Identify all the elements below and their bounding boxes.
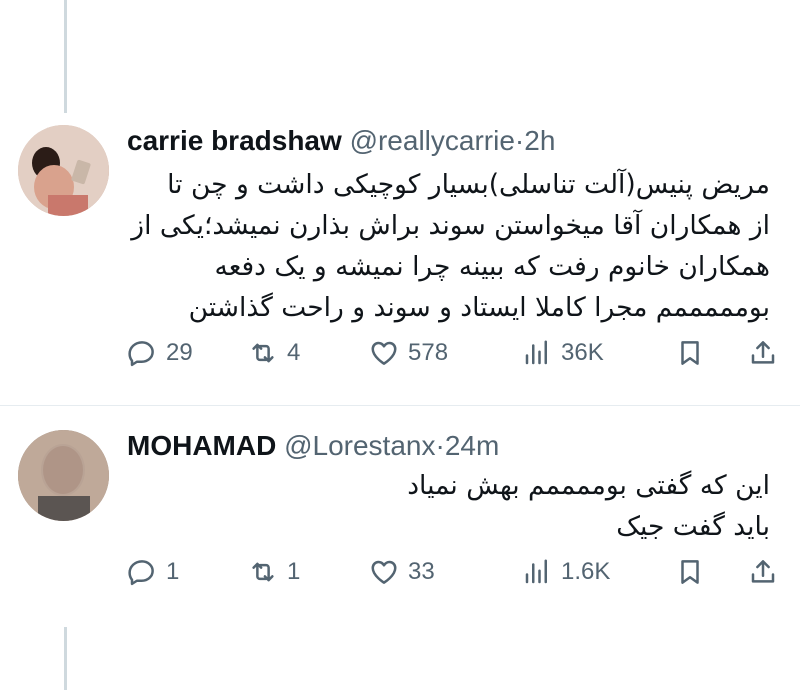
- action-bar: 29 4 578 36K: [127, 333, 778, 373]
- repost-button[interactable]: 1: [248, 552, 326, 592]
- heart-icon: [371, 560, 397, 584]
- repost-button[interactable]: 4: [248, 333, 326, 373]
- author-name[interactable]: MOHAMAD: [127, 430, 276, 461]
- tweet-text: این که گفتی بوممممم بهش نمیاد باید گفت ج…: [350, 465, 770, 547]
- like-count: 33: [408, 558, 435, 585]
- reply-button[interactable]: 29: [127, 333, 205, 373]
- repost-count: 1: [287, 558, 301, 585]
- view-count: 1.6K: [561, 558, 611, 585]
- bookmark-icon: [681, 560, 699, 584]
- reply-icon: [128, 560, 154, 586]
- like-button[interactable]: 578: [369, 333, 479, 373]
- avatar-photo: [18, 125, 109, 216]
- views-button[interactable]: 36K: [522, 333, 632, 373]
- bookmark-icon: [681, 341, 699, 365]
- share-icon: [751, 341, 775, 364]
- avatar[interactable]: [18, 125, 109, 216]
- like-count: 578: [408, 339, 449, 366]
- views-button[interactable]: 1.6K: [522, 552, 632, 592]
- author-handle[interactable]: @reallycarrie: [350, 125, 515, 156]
- separator-dot: ·: [435, 430, 445, 461]
- thread-connector-bottom: [64, 627, 67, 690]
- bookmark-button[interactable]: [675, 333, 705, 373]
- tweet-header: carrie bradshaw @reallycarrie·2h: [127, 124, 555, 158]
- timestamp[interactable]: 2h: [524, 125, 555, 156]
- heart-icon: [371, 341, 397, 365]
- separator-dot: ·: [514, 125, 525, 156]
- tweet-text-line: بومممممم مجرا کاملا ایستاد و سوند و راحت…: [188, 292, 770, 323]
- action-bar: 1 1 33 1.6K: [127, 552, 778, 592]
- tweet-divider: [0, 405, 800, 406]
- reply-icon: [128, 341, 154, 367]
- bookmark-button[interactable]: [675, 552, 705, 592]
- repost-count: 4: [287, 339, 301, 366]
- repost-icon: [252, 562, 274, 582]
- avatar-photo: [18, 430, 109, 521]
- tweet-text-line: باید گفت جیک: [616, 511, 770, 542]
- tweet-text: مریض پنیس(آلت تناسلی)بسیار کوچیکی داشت و…: [120, 164, 770, 328]
- share-button[interactable]: [748, 333, 778, 373]
- reply-button[interactable]: 1: [127, 552, 205, 592]
- repost-icon: [252, 343, 274, 363]
- like-button[interactable]: 33: [369, 552, 479, 592]
- timestamp[interactable]: 24m: [445, 430, 499, 461]
- tweet-text-line: این که گفتی بوممممم بهش نمیاد: [407, 470, 770, 501]
- author-name[interactable]: carrie bradshaw: [127, 125, 342, 156]
- views-icon: [525, 559, 547, 584]
- share-icon: [751, 560, 775, 583]
- avatar[interactable]: [18, 430, 109, 521]
- tweet-text-line: همکاران خانوم رفت که ببینه چرا نمیشه و ی…: [214, 251, 770, 282]
- view-count: 36K: [561, 339, 604, 366]
- thread-connector-top: [64, 0, 67, 113]
- author-handle[interactable]: @Lorestanx: [284, 430, 435, 461]
- tweet-text-line: مریض پنیس(آلت تناسلی)بسیار کوچیکی داشت و…: [167, 169, 770, 200]
- share-button[interactable]: [748, 552, 778, 592]
- reply-count: 1: [166, 558, 180, 585]
- views-icon: [525, 340, 547, 365]
- tweet-header: MOHAMAD @Lorestanx·24m: [127, 429, 499, 463]
- reply-count: 29: [166, 339, 193, 366]
- tweet-text-line: از همکاران آقا میخواستن سوند براش بذارن …: [131, 210, 770, 241]
